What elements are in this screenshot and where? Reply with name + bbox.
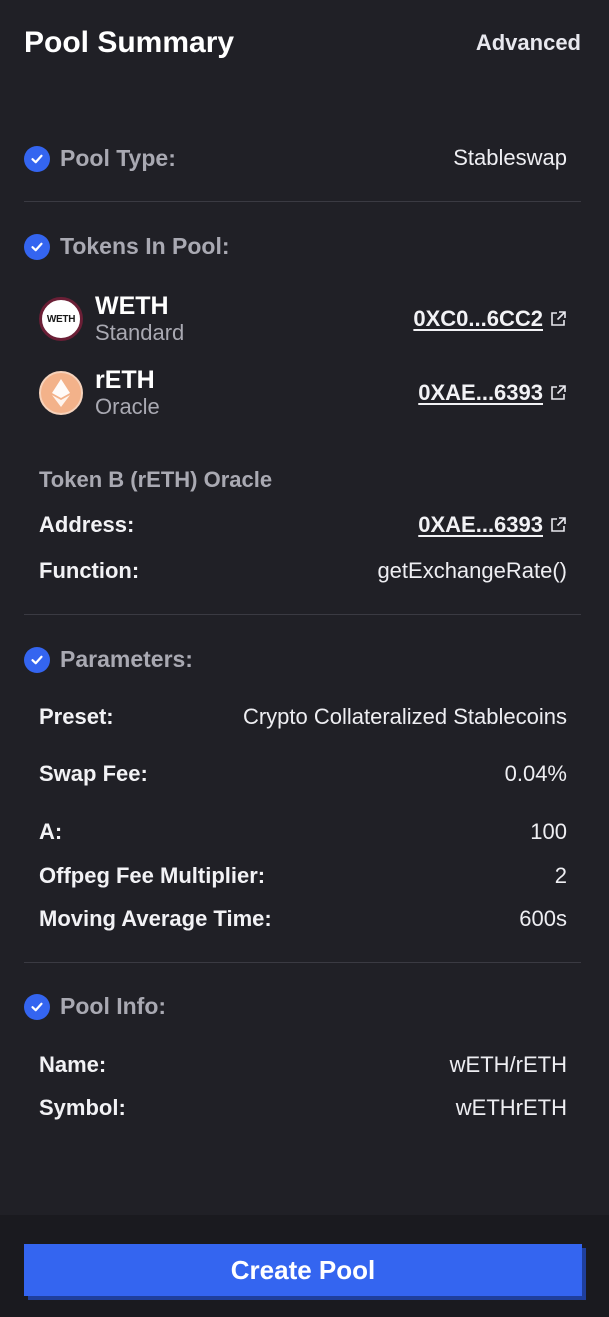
summary-header: Pool Summary Advanced: [24, 26, 581, 60]
pool-type-label: Pool Type:: [60, 145, 176, 171]
oracle-title: Token B (rETH) Oracle: [39, 467, 273, 492]
pool-symbol-label: Symbol:: [39, 1095, 126, 1120]
check-circle-icon: [24, 145, 50, 172]
token-type: Oracle: [95, 394, 160, 419]
pool-type-heading: Pool Type:: [24, 145, 176, 172]
tokens-heading: Tokens In Pool:: [24, 233, 230, 260]
pool-info-heading: Pool Info:: [24, 993, 166, 1020]
pool-type-value: Stableswap: [453, 145, 567, 170]
token-name: WETH: [95, 292, 169, 320]
pool-symbol-row: Symbol: wETHrETH: [39, 1095, 567, 1121]
check-circle-icon: [24, 993, 50, 1020]
swap-fee-label: Swap Fee:: [39, 761, 148, 786]
pool-info-label: Pool Info:: [60, 993, 167, 1019]
pool-name-label: Name:: [39, 1052, 107, 1077]
check-circle-icon: [24, 646, 50, 673]
token-info: rETH Oracle: [39, 366, 160, 420]
token-row-reth: rETH Oracle 0XAE...6393: [39, 366, 567, 420]
external-link-icon[interactable]: [549, 516, 567, 534]
oracle-function-value: getExchangeRate(): [377, 558, 567, 583]
token-address[interactable]: 0XC0...6CC2: [413, 306, 543, 332]
divider: [24, 201, 581, 202]
weth-token-icon: WETH: [39, 297, 83, 341]
a-label: A:: [39, 819, 63, 844]
a-row: A: 100: [39, 819, 567, 845]
parameters-label: Parameters:: [60, 646, 193, 672]
check-circle-icon: [24, 233, 50, 260]
advanced-toggle[interactable]: Advanced: [476, 30, 581, 56]
oracle-address-label: Address:: [39, 512, 135, 537]
pool-name-value: wETH/rETH: [449, 1052, 567, 1077]
token-text: WETH Standard: [95, 292, 184, 346]
parameters-heading: Parameters:: [24, 646, 193, 673]
pool-symbol-value: wETHrETH: [455, 1095, 567, 1120]
oracle-function-label: Function:: [39, 558, 140, 583]
tokens-label: Tokens In Pool:: [60, 233, 230, 259]
token-type: Standard: [95, 320, 185, 345]
token-address[interactable]: 0XAE...6393: [418, 380, 543, 406]
pool-name-row: Name: wETH/rETH: [39, 1052, 567, 1078]
moving-average-row: Moving Average Time: 600s: [39, 906, 567, 932]
token-text: rETH Oracle: [95, 366, 160, 420]
preset-row: Preset: Crypto Collateralized Stablecoin…: [39, 704, 567, 730]
moving-average-value: 600s: [519, 906, 567, 931]
token-name: rETH: [95, 366, 155, 394]
offpeg-value: 2: [554, 863, 567, 888]
oracle-address[interactable]: 0XAE...6393: [418, 512, 543, 538]
token-info: WETH WETH Standard: [39, 292, 184, 346]
page-title: Pool Summary: [24, 26, 235, 59]
preset-label: Preset:: [39, 704, 114, 729]
divider: [24, 614, 581, 615]
offpeg-label: Offpeg Fee Multiplier:: [39, 863, 266, 888]
offpeg-row: Offpeg Fee Multiplier: 2: [39, 863, 567, 889]
swap-fee-row: Swap Fee: 0.04%: [39, 761, 567, 787]
oracle-address-row: Address: 0XAE...6393: [39, 512, 567, 538]
swap-fee-value: 0.04%: [504, 761, 567, 786]
reth-token-icon: [39, 371, 83, 415]
oracle-address-link[interactable]: 0XAE...6393: [418, 512, 567, 538]
create-pool-button[interactable]: Create Pool: [24, 1244, 582, 1296]
a-value: 100: [530, 819, 567, 844]
divider: [24, 962, 581, 963]
moving-average-label: Moving Average Time:: [39, 906, 272, 931]
preset-value: Crypto Collateralized Stablecoins: [242, 704, 567, 729]
external-link-icon[interactable]: [549, 384, 567, 402]
token-row-weth: WETH WETH Standard 0XC0...6CC2: [39, 292, 567, 346]
token-address-link[interactable]: 0XAE...6393: [418, 380, 567, 406]
token-address-link[interactable]: 0XC0...6CC2: [413, 306, 567, 332]
external-link-icon[interactable]: [549, 310, 567, 328]
weth-icon-text: WETH: [46, 313, 76, 325]
oracle-function-row: Function: getExchangeRate(): [39, 558, 567, 584]
